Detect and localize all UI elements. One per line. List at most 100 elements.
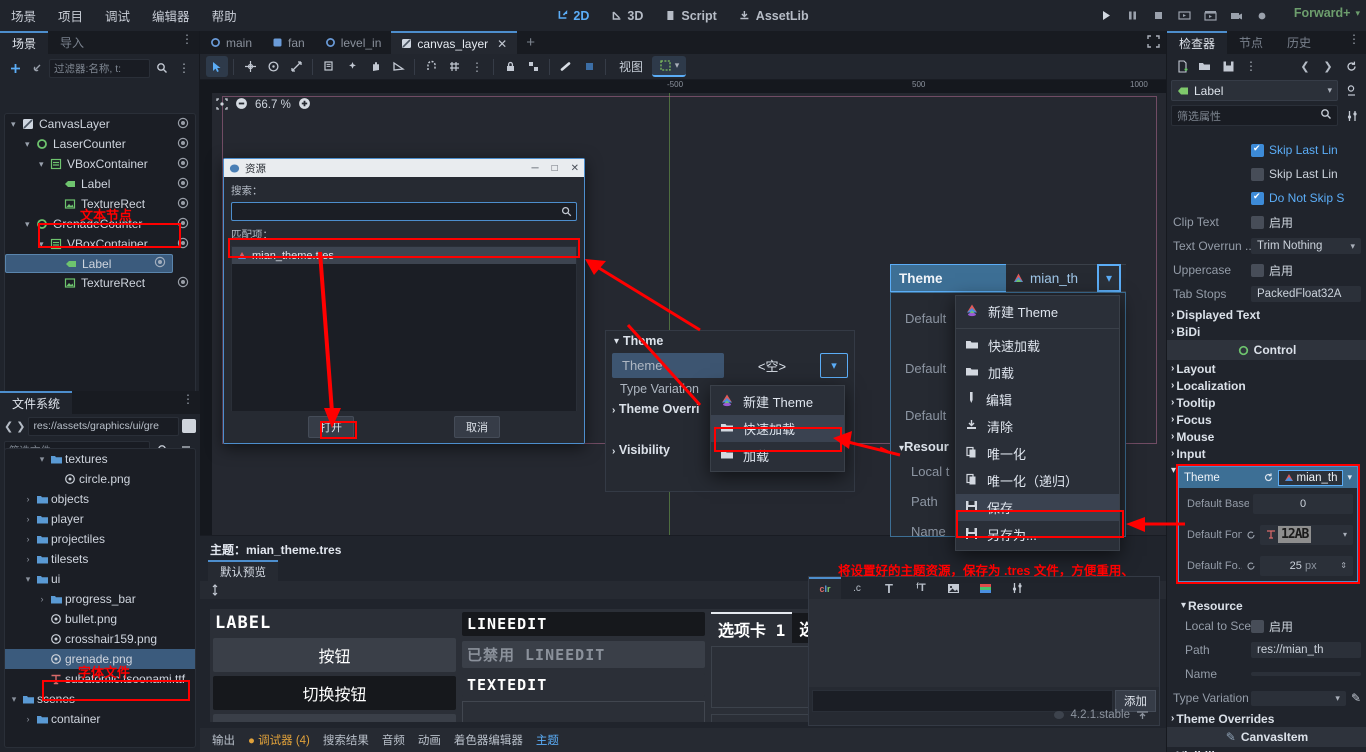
chevron-down-icon[interactable]: ▾ bbox=[1343, 530, 1347, 539]
zoom-reset-icon[interactable] bbox=[216, 97, 228, 113]
scene-options-icon[interactable]: ⋮ bbox=[174, 58, 194, 78]
theme-popup-value[interactable]: <空> bbox=[728, 356, 816, 375]
menu-project[interactable]: 项目 bbox=[47, 2, 94, 29]
scene-tab-fan[interactable]: fan bbox=[262, 31, 315, 54]
resource-match-item[interactable]: mian_theme.tres bbox=[232, 247, 576, 264]
preview-textedit[interactable] bbox=[462, 701, 705, 722]
filesystem-item[interactable]: › player bbox=[5, 509, 195, 529]
visibility-eye-icon[interactable] bbox=[177, 117, 189, 132]
scene-tree-item-grenadecounter[interactable]: ▾ GrenadeCounter bbox=[5, 214, 195, 234]
filesystem-item[interactable]: grenade.png bbox=[5, 649, 195, 669]
menu-item-theme-icon[interactable]: 新建 Theme bbox=[956, 298, 1119, 325]
stop-button[interactable] bbox=[1146, 5, 1170, 27]
chevron-down-icon[interactable]: ▾ bbox=[9, 694, 19, 705]
minimize-icon[interactable]: ─ bbox=[531, 163, 538, 174]
scene-tab-level-in[interactable]: level_in bbox=[315, 31, 392, 54]
scene-tree-item-canvaslayer[interactable]: ▾ CanvasLayer bbox=[5, 114, 195, 134]
ruler-tool-button[interactable] bbox=[387, 56, 409, 77]
tab-constant-items[interactable]: .c bbox=[841, 577, 873, 599]
save-resource-button[interactable] bbox=[1218, 56, 1238, 76]
dropdown[interactable]: Trim Nothing ▾ bbox=[1251, 238, 1361, 254]
zoom-in-button[interactable] bbox=[298, 97, 311, 113]
mode-assetlib-button[interactable]: AssetLib bbox=[730, 5, 818, 27]
instance-scene-button[interactable] bbox=[27, 58, 47, 78]
visibility-eye-icon[interactable] bbox=[177, 197, 189, 212]
chevron-down-icon[interactable]: ▾ bbox=[25, 139, 36, 150]
property-value[interactable]: res://mian_th bbox=[1251, 642, 1361, 658]
revert-icon[interactable] bbox=[1246, 561, 1256, 571]
menu-debug[interactable]: 调试 bbox=[94, 2, 141, 29]
menu-item-folder-open-icon[interactable]: 加载 bbox=[956, 359, 1119, 386]
filesystem-item[interactable]: › projectiles bbox=[5, 529, 195, 549]
skeleton-button[interactable] bbox=[555, 56, 577, 77]
checkbox[interactable] bbox=[1251, 619, 1264, 633]
tab-fontsize-items[interactable]: ᶠT bbox=[905, 577, 937, 599]
add-scene-tab-button[interactable]: + bbox=[517, 31, 544, 54]
distraction-free-icon[interactable] bbox=[1147, 35, 1160, 51]
pause-button[interactable] bbox=[1120, 5, 1144, 27]
inspector-tools-button[interactable] bbox=[1342, 106, 1362, 126]
bottom-tab[interactable]: 着色器编辑器 bbox=[454, 732, 523, 748]
menu-item-save-icon[interactable]: 保存 bbox=[956, 494, 1119, 521]
property-value[interactable]: Do Not Skip S bbox=[1251, 191, 1361, 205]
inspector-section-bidi[interactable]: › BiDi bbox=[1167, 323, 1366, 340]
stepper-icon[interactable]: ⇕ bbox=[1340, 561, 1347, 570]
filesystem-item[interactable]: › tilesets bbox=[5, 549, 195, 569]
remote-debug-button[interactable] bbox=[1250, 5, 1274, 27]
scene-tab-main[interactable]: main bbox=[200, 31, 262, 54]
inspector-group-input[interactable]: › Input bbox=[1167, 445, 1366, 462]
filesystem-item[interactable]: bullet.png bbox=[5, 609, 195, 629]
inspector-options-button[interactable]: ⋮ bbox=[1241, 56, 1261, 76]
pan-tool-button[interactable] bbox=[364, 56, 386, 77]
move-tool-button[interactable] bbox=[239, 56, 261, 77]
scene-filter-input[interactable]: 过滤器:名称, t: bbox=[49, 58, 150, 78]
inspector-section-resource[interactable]: ▾ Resource bbox=[1167, 597, 1366, 614]
scene-tree-item-vboxcontainer[interactable]: ▾ VBoxContainer bbox=[5, 234, 195, 254]
inspector-filter-input[interactable]: 筛选属性 bbox=[1171, 105, 1338, 126]
menu-item-unique-icon[interactable]: 唯一化（递归） bbox=[956, 467, 1119, 494]
tab-node[interactable]: 节点 bbox=[1227, 31, 1275, 54]
bottom-tab[interactable]: 搜索结果 bbox=[323, 732, 369, 748]
theme-dropdown-menu-2[interactable]: 新建 Theme 快速加载 加载 编辑 清除 唯一化 唯一化（递归） 保存 另存为... bbox=[955, 295, 1120, 551]
scene-tree[interactable]: ▾ CanvasLayer ▾ LaserCounter ▾ VBoxContainer L… bbox=[4, 113, 196, 413]
checkbox[interactable] bbox=[1251, 215, 1264, 229]
inspector-group-mouse[interactable]: › Mouse bbox=[1167, 428, 1366, 445]
theme-panel-2-dropdown-button[interactable]: ▾ bbox=[1097, 264, 1121, 292]
visibility-eye-icon[interactable] bbox=[177, 217, 189, 232]
filesystem-item[interactable]: crosshair159.png bbox=[5, 629, 195, 649]
preview-lineedit[interactable]: LINEEDIT bbox=[462, 612, 705, 636]
list-select-button[interactable] bbox=[318, 56, 340, 77]
inspector-group-focus[interactable]: › Focus bbox=[1167, 411, 1366, 428]
grid-snap-button[interactable] bbox=[443, 56, 465, 77]
puzzle-button[interactable] bbox=[578, 56, 600, 77]
theme-dropdown-menu-1[interactable]: 新建 Theme 快速加载 加载 bbox=[710, 385, 845, 472]
menu-item-folder-open-icon[interactable]: 快速加载 bbox=[956, 332, 1119, 359]
resource-open-button[interactable]: 打开 bbox=[308, 416, 354, 438]
tab-filesystem[interactable]: 文件系统 bbox=[0, 391, 73, 414]
visibility-eye-icon[interactable] bbox=[177, 177, 189, 192]
filesystem-path-field[interactable]: res://assets/graphics/ui/gre bbox=[28, 416, 179, 436]
group-button[interactable] bbox=[522, 56, 544, 77]
bottom-tab[interactable]: 音频 bbox=[382, 732, 405, 748]
bottom-tab[interactable]: 输出 bbox=[212, 732, 235, 748]
zoom-level-label[interactable]: 66.7 % bbox=[255, 99, 291, 111]
rotate-tool-button[interactable] bbox=[262, 56, 284, 77]
visibility-eye-icon[interactable] bbox=[177, 237, 189, 252]
chevron-down-icon[interactable]: ▾ bbox=[37, 454, 47, 465]
mode-script-button[interactable]: Script bbox=[656, 5, 725, 27]
scene-tree-item-texturerect[interactable]: TextureRect bbox=[5, 273, 195, 293]
property-value[interactable]: ▾ ✎ bbox=[1251, 690, 1361, 706]
new-resource-button[interactable] bbox=[1172, 56, 1192, 76]
theme-popup-dropdown-button[interactable]: ▾ bbox=[820, 352, 848, 378]
movie-writer-button[interactable] bbox=[1224, 5, 1248, 27]
visibility-eye-icon[interactable] bbox=[154, 256, 166, 271]
maximize-icon[interactable]: □ bbox=[552, 163, 558, 174]
preview-button[interactable]: 按钮 bbox=[213, 638, 456, 672]
play-custom-button[interactable] bbox=[1198, 5, 1222, 27]
property-value[interactable]: 启用 bbox=[1251, 214, 1361, 231]
dock-menu-icon[interactable]: ⋮ bbox=[181, 33, 193, 45]
preview-toggle-button[interactable]: 切换按钮 bbox=[213, 676, 456, 710]
chevron-down-icon[interactable]: ▾ bbox=[39, 159, 50, 170]
filesystem-item[interactable]: › container bbox=[5, 709, 195, 729]
default-font-value[interactable]: 12AB ▾ bbox=[1260, 524, 1353, 545]
